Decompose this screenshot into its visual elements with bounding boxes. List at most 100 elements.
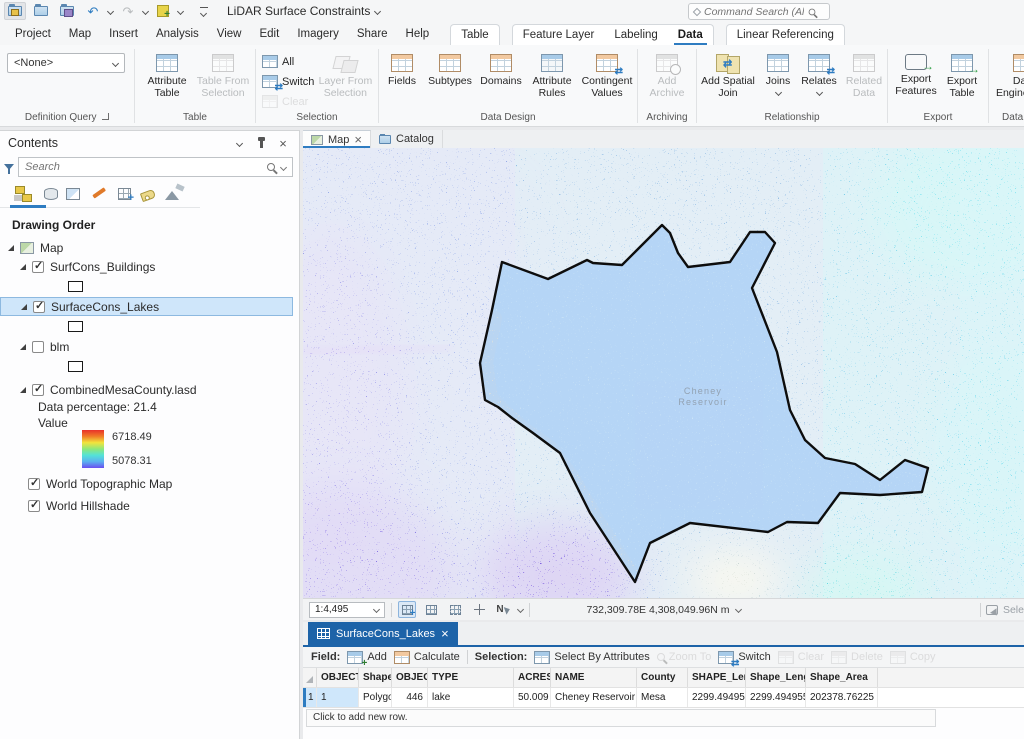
undo-button[interactable]: ↶: [82, 2, 104, 20]
cell-acres[interactable]: 50.009: [514, 688, 551, 707]
tab-labeling[interactable]: Labeling: [604, 26, 667, 45]
list-by-data-source-icon[interactable]: [44, 188, 58, 200]
calculate-field-button[interactable]: Calculate: [394, 651, 460, 664]
tab-view[interactable]: View: [208, 25, 251, 45]
cell-type[interactable]: lake: [428, 688, 514, 707]
column-header[interactable]: OBJECTID *: [317, 668, 359, 687]
visibility-checkbox[interactable]: [33, 301, 45, 313]
close-pane-button[interactable]: [275, 135, 291, 151]
cell-objectid1[interactable]: 1: [317, 688, 359, 707]
grid-toggle-button[interactable]: [422, 601, 440, 618]
symbol-row-lakes[interactable]: [0, 316, 299, 337]
command-search[interactable]: [688, 3, 830, 20]
layer-row-topographic[interactable]: World Topographic Map: [0, 474, 299, 493]
dialog-launcher-icon[interactable]: [102, 113, 109, 120]
copy-button[interactable]: Copy: [890, 651, 936, 664]
table-row[interactable]: 1 1 Polygon 446 lake 50.009 Cheney Reser…: [303, 688, 1024, 708]
crosshair-button[interactable]: [470, 601, 488, 618]
layer-row-lakes[interactable]: SurfaceCons_Lakes: [0, 297, 293, 316]
tab-share[interactable]: Share: [348, 25, 397, 45]
column-header[interactable]: Shape *: [359, 668, 392, 687]
symbol-row-buildings[interactable]: [0, 276, 299, 297]
delete-selection-button[interactable]: Delete: [831, 651, 883, 664]
add-item-button[interactable]: [152, 2, 174, 20]
tab-help[interactable]: Help: [397, 25, 439, 45]
column-header[interactable]: TYPE: [428, 668, 514, 687]
expander-icon[interactable]: [21, 304, 27, 310]
north-arrow-button[interactable]: N: [494, 601, 512, 618]
command-search-input[interactable]: [704, 6, 804, 18]
tab-edit[interactable]: Edit: [250, 25, 288, 45]
list-by-drawing-order-icon[interactable]: [14, 185, 32, 201]
list-by-perspective-icon[interactable]: [165, 185, 183, 201]
pane-menu-button[interactable]: [231, 135, 247, 151]
layer-row-blm[interactable]: blm: [0, 337, 299, 356]
view-tab-map[interactable]: Map: [303, 130, 371, 148]
map-canvas[interactable]: Cheney Reservoir: [303, 148, 1024, 598]
add-new-row[interactable]: Click to add new row.: [306, 709, 936, 727]
column-header[interactable]: ACRES: [514, 668, 551, 687]
visibility-checkbox[interactable]: [28, 478, 40, 490]
tab-feature-layer[interactable]: Feature Layer: [513, 26, 605, 45]
cell-shape[interactable]: Polygon: [359, 688, 392, 707]
redo-dropdown-icon[interactable]: [142, 7, 149, 14]
layer-row-map[interactable]: Map: [0, 238, 299, 257]
cell-county[interactable]: Mesa: [637, 688, 688, 707]
zoom-to-button[interactable]: Zoom To: [657, 651, 712, 663]
undo-dropdown-icon[interactable]: [107, 7, 114, 14]
symbol-row-blm[interactable]: [0, 356, 299, 377]
basemap-sync-button[interactable]: [446, 601, 464, 618]
cell-name[interactable]: Cheney Reservoir: [551, 688, 637, 707]
contents-search-box[interactable]: [18, 157, 293, 177]
column-header[interactable]: SHAPE_Leng: [688, 668, 746, 687]
pin-button[interactable]: [253, 135, 269, 151]
clear-selection-button[interactable]: Clear: [778, 651, 824, 664]
tab-imagery[interactable]: Imagery: [288, 25, 348, 45]
switch-selection-button[interactable]: Switch: [260, 72, 314, 91]
tab-table[interactable]: Table: [451, 26, 499, 45]
table-tab-lakes[interactable]: SurfaceCons_Lakes: [308, 622, 458, 645]
clear-selection-button[interactable]: Clear: [260, 92, 314, 111]
add-item-dropdown-icon[interactable]: [177, 7, 184, 14]
row-number-cell[interactable]: 1: [306, 688, 317, 707]
close-icon[interactable]: [354, 133, 362, 147]
expander-icon[interactable]: [20, 264, 26, 270]
cell-shape-length[interactable]: 2299.494955: [746, 688, 806, 707]
open-project-button[interactable]: [4, 2, 26, 20]
visibility-checkbox[interactable]: [32, 384, 44, 396]
cell-shape-area[interactable]: 202378.76225: [806, 688, 878, 707]
filter-icon[interactable]: [4, 164, 14, 170]
visibility-checkbox[interactable]: [32, 341, 44, 353]
column-header[interactable]: Shape_Area: [806, 668, 878, 687]
tab-data[interactable]: Data: [668, 26, 713, 45]
column-header[interactable]: County: [637, 668, 688, 687]
tab-linear-referencing[interactable]: Linear Referencing: [727, 26, 844, 45]
chevron-down-icon[interactable]: [517, 606, 524, 613]
tab-map[interactable]: Map: [60, 25, 100, 45]
list-by-snapping-icon[interactable]: [118, 188, 131, 200]
snapping-toggle-button[interactable]: [398, 601, 416, 618]
cell-objectid2[interactable]: 446: [392, 688, 428, 707]
close-icon[interactable]: [441, 627, 449, 641]
view-tab-catalog[interactable]: Catalog: [371, 130, 443, 148]
title-dropdown-icon[interactable]: [374, 7, 381, 14]
selected-features-status[interactable]: Selecte: [980, 603, 1024, 617]
list-by-selection-icon[interactable]: [66, 188, 80, 200]
contents-search-input[interactable]: [25, 161, 261, 173]
select-all-button[interactable]: All: [260, 52, 314, 71]
column-header[interactable]: Shape_Length: [746, 668, 806, 687]
expander-icon[interactable]: [20, 344, 26, 350]
layer-row-buildings[interactable]: SurfCons_Buildings: [0, 257, 299, 276]
list-by-labeling-icon[interactable]: [140, 188, 156, 201]
add-field-button[interactable]: Add: [347, 651, 387, 664]
visibility-checkbox[interactable]: [28, 500, 40, 512]
open-button[interactable]: [30, 2, 52, 20]
cell-shape-leng[interactable]: 2299.494955: [688, 688, 746, 707]
customize-qat-button[interactable]: [193, 2, 215, 20]
expander-icon[interactable]: [8, 245, 14, 251]
switch-selection-button[interactable]: Switch: [718, 651, 770, 664]
column-header[interactable]: OBJECTID: [392, 668, 428, 687]
expander-icon[interactable]: [20, 387, 26, 393]
tab-project[interactable]: Project: [6, 25, 60, 45]
tab-analysis[interactable]: Analysis: [147, 25, 208, 45]
